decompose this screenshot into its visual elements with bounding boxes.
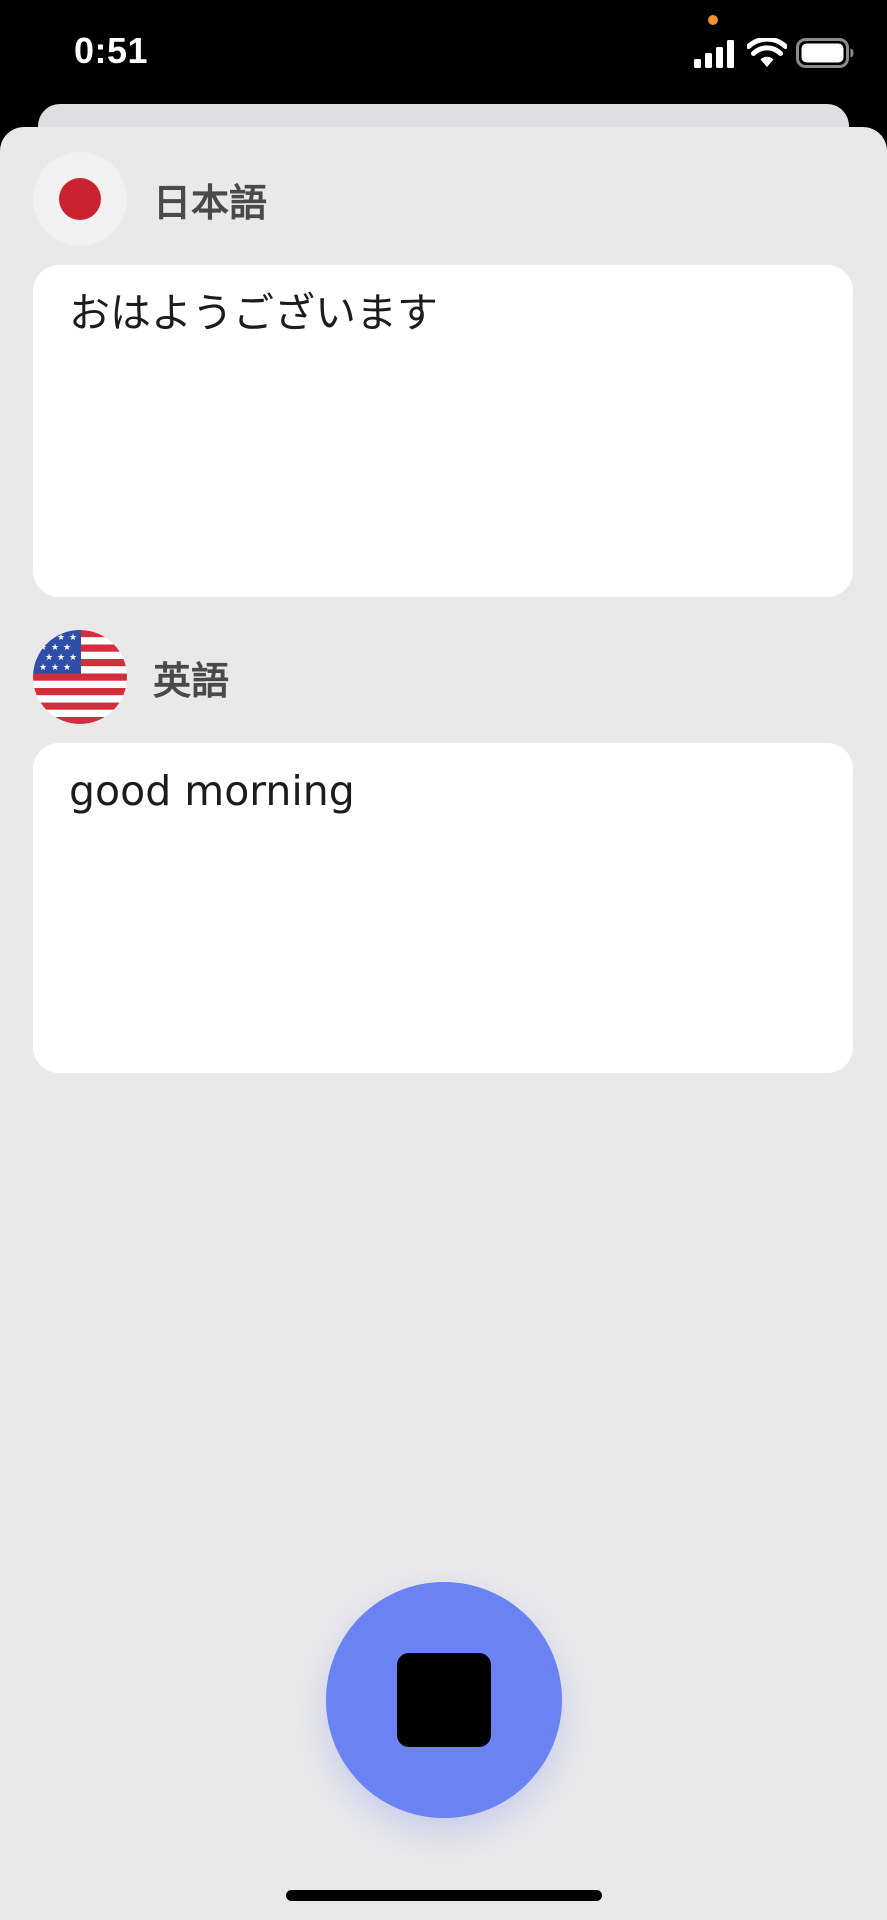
svg-text:★: ★ — [39, 663, 47, 673]
us-flag-graphic: ★ ★ ★ ★ ★ ★ ★ ★ ★ ★ ★ ★ — [33, 630, 127, 724]
wifi-icon — [747, 38, 787, 67]
us-flag-icon: ★ ★ ★ ★ ★ ★ ★ ★ ★ ★ ★ ★ — [33, 630, 127, 724]
stop-icon — [397, 1653, 491, 1747]
stop-recording-button[interactable] — [326, 1582, 562, 1818]
source-text-card[interactable]: おはようございます — [33, 265, 853, 597]
svg-text:★: ★ — [39, 643, 47, 653]
status-time: 0:51 — [74, 30, 149, 71]
home-indicator[interactable] — [286, 1890, 602, 1901]
target-text: good morning — [69, 767, 355, 815]
screen: 0:51 日本語 おはようございます ★ ★ ★ ★ ★ ★ ★ ★ ★ ★ ★… — [0, 0, 887, 1920]
japan-flag-sun — [59, 178, 101, 220]
svg-text:★: ★ — [57, 653, 65, 663]
svg-text:★: ★ — [63, 643, 71, 653]
cellular-signal-icon — [694, 40, 734, 68]
svg-text:★: ★ — [45, 653, 53, 663]
svg-text:★: ★ — [51, 663, 59, 673]
source-text: おはようございます — [69, 289, 438, 337]
svg-text:★: ★ — [69, 633, 77, 643]
japan-flag-icon — [33, 152, 127, 246]
target-text-card[interactable]: good morning — [33, 743, 853, 1073]
svg-text:★: ★ — [63, 663, 71, 673]
status-bar: 0:51 — [0, 0, 887, 104]
target-language-label: 英語 — [153, 658, 230, 703]
svg-text:★: ★ — [69, 653, 77, 663]
privacy-indicator-dot — [708, 15, 718, 25]
svg-text:★: ★ — [51, 643, 59, 653]
target-language-row[interactable]: ★ ★ ★ ★ ★ ★ ★ ★ ★ ★ ★ ★ 英語 — [33, 630, 229, 724]
svg-text:★: ★ — [45, 633, 53, 643]
svg-text:★: ★ — [57, 633, 65, 643]
source-language-row[interactable]: 日本語 — [33, 152, 267, 246]
battery-icon — [796, 38, 854, 68]
source-language-label: 日本語 — [153, 180, 268, 225]
